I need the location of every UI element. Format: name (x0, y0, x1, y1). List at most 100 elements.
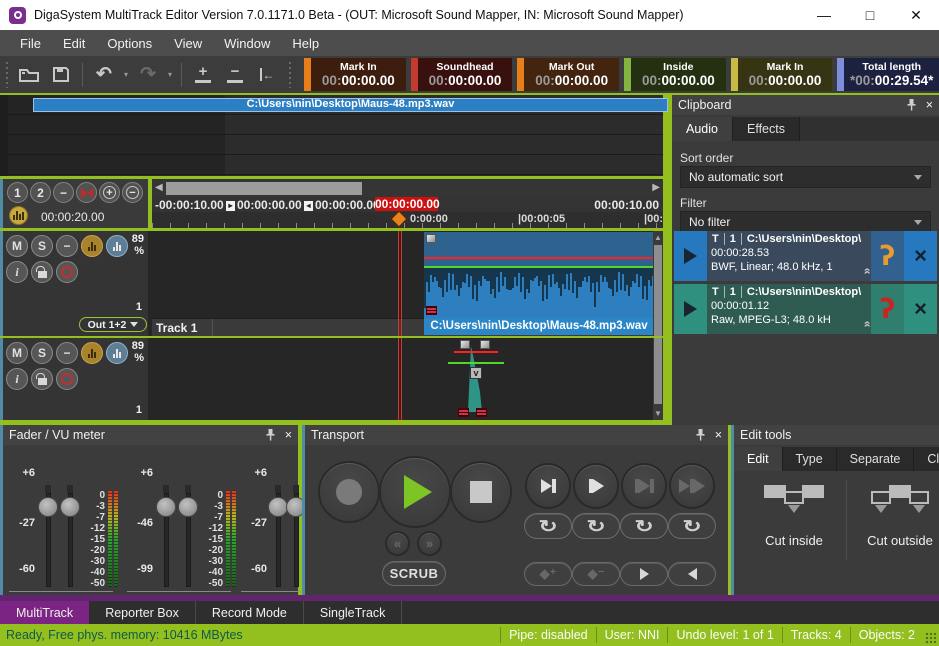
prelisten-ear-icon[interactable]: ʔ (871, 231, 904, 281)
info-button[interactable]: i (6, 261, 28, 283)
tab-separate[interactable]: Separate (837, 447, 915, 471)
tab-multitrack[interactable]: MultiTrack (0, 601, 89, 624)
tab-audio[interactable]: Audio (672, 117, 733, 141)
pin-icon[interactable] (907, 99, 916, 111)
play-button[interactable] (674, 284, 707, 334)
info-button[interactable]: i (6, 368, 28, 390)
menu-window[interactable]: Window (214, 33, 280, 54)
prev-marker-button[interactable] (668, 562, 716, 586)
envelope-point[interactable]: v (470, 367, 482, 379)
current-time-box[interactable]: 00:00:00.00 (375, 197, 438, 211)
track-1-vscrollbar[interactable]: ▲ (653, 231, 663, 336)
close-icon[interactable]: × (926, 98, 933, 112)
fader-slider[interactable] (41, 493, 55, 587)
view-preset-2-button[interactable]: 2 (30, 182, 51, 203)
track-2-vscrollbar[interactable]: ▼ (653, 338, 663, 420)
menu-file[interactable]: File (10, 33, 51, 54)
lock-button[interactable] (31, 261, 53, 283)
fade-handle-icon[interactable] (476, 408, 487, 417)
minimize-track-button[interactable]: − (56, 342, 78, 364)
overview-row-1[interactable]: C:\Users\nin\Desktop\Maus-48.mp3.wav (8, 95, 663, 115)
fade-handle-icon[interactable] (426, 306, 437, 315)
cut-inside-tool[interactable]: Cut inside (746, 485, 842, 548)
zoom-in-circle-button[interactable]: + (99, 182, 120, 203)
play-button[interactable] (379, 456, 451, 528)
vscroll-thumb[interactable] (654, 338, 662, 404)
play-around-button[interactable] (669, 463, 715, 509)
zoom-out-button[interactable]: − (219, 61, 251, 89)
track-1-content[interactable]: Track 1 C:\Users\nin\Desktop\Maus-48.mp3… (152, 231, 653, 336)
tab-effects[interactable]: Effects (733, 117, 800, 141)
fader-slider[interactable] (159, 493, 173, 587)
gain-line-green[interactable] (448, 362, 504, 364)
play-button[interactable] (674, 231, 707, 281)
expand-chevron-icon[interactable]: » (860, 323, 871, 328)
add-marker-button[interactable]: ◆⁺ (524, 562, 572, 586)
menu-help[interactable]: Help (282, 33, 329, 54)
record-button[interactable] (318, 461, 380, 523)
tab-record-mode[interactable]: Record Mode (196, 601, 304, 624)
sort-order-select[interactable]: No automatic sort (680, 166, 931, 188)
stop-button[interactable] (450, 461, 512, 523)
slider-knob[interactable] (38, 497, 58, 517)
prelisten-ear-icon[interactable]: ʔ (871, 284, 904, 334)
object-title[interactable]: C:\Users\nin\Desktop\Maus-48.mp3.wav (424, 318, 653, 335)
loop-2-button[interactable]: ↻ (572, 513, 620, 539)
close-button[interactable]: ✕ (893, 0, 939, 30)
toolbar-grip-2[interactable] (287, 62, 292, 88)
display-mark-out[interactable]: Mark Out 00:00:00.00 (517, 58, 619, 91)
tab-type[interactable]: Type (783, 447, 837, 471)
track-2-content[interactable]: v (152, 338, 653, 420)
scroll-left-icon[interactable]: ◀ (155, 182, 163, 193)
menu-view[interactable]: View (164, 33, 212, 54)
expand-chevron-icon[interactable]: » (860, 270, 871, 275)
horizontal-scrollbar[interactable]: ◀ ▶ (152, 180, 663, 197)
slider-knob[interactable] (156, 497, 176, 517)
next-marker-button[interactable] (620, 562, 668, 586)
solo-button[interactable]: S (31, 235, 53, 257)
play-to-mark-button[interactable] (525, 463, 571, 509)
object-envelope-area[interactable] (424, 232, 653, 268)
remove-clip-icon[interactable]: × (904, 284, 937, 334)
meter-blue-button[interactable] (106, 342, 128, 364)
play-selection-button[interactable] (621, 463, 667, 509)
mark-range-button[interactable] (76, 182, 97, 203)
pin-icon[interactable] (696, 429, 705, 441)
solo-button[interactable]: S (31, 342, 53, 364)
overview-row-3[interactable] (8, 135, 663, 155)
waveform-mode-icon[interactable] (9, 206, 28, 225)
minimize-button[interactable]: — (801, 0, 847, 30)
record-arm-button[interactable] (56, 261, 78, 283)
tab-singletrack[interactable]: SingleTrack (304, 601, 403, 624)
overview-object-bar[interactable]: C:\Users\nin\Desktop\Maus-48.mp3.wav (33, 98, 668, 112)
tab-reporter-box[interactable]: Reporter Box (89, 601, 196, 624)
maximize-button[interactable]: □ (847, 0, 893, 30)
display-total-length[interactable]: Total length *00:00:29.54* (837, 58, 939, 91)
mark-out-flag[interactable]: ◂00:00:00.00 (304, 198, 380, 212)
clipboard-item-2[interactable]: T1C:\Users\nin\Desktop\ 00:00:01.12 Raw,… (674, 284, 937, 334)
undo-dropdown[interactable]: ▾ (120, 61, 132, 89)
tab-edit[interactable]: Edit (734, 447, 783, 471)
save-button[interactable] (45, 61, 77, 89)
time-ruler[interactable]: 0:00:00 |00:00:05 |00: (152, 212, 663, 228)
display-soundhead[interactable]: Soundhead 00:00:00.00 (411, 58, 513, 91)
forward-button[interactable]: » (417, 531, 442, 556)
mark-in-flag[interactable]: ▸00:00:00.00 (226, 198, 302, 212)
remove-clip-icon[interactable]: × (904, 231, 937, 281)
display-mark-in-2[interactable]: Mark In 00:00:00.00 (731, 58, 833, 91)
play-from-mark-button[interactable] (573, 463, 619, 509)
rewind-button[interactable]: « (385, 531, 410, 556)
scroll-down-icon[interactable]: ▼ (653, 409, 663, 418)
slider-knob[interactable] (60, 497, 80, 517)
meter-blue-button[interactable] (106, 235, 128, 257)
display-inside[interactable]: Inside 00:00:00.00 (624, 58, 726, 91)
overview-row-4[interactable] (8, 155, 663, 175)
minimize-track-button[interactable]: − (56, 235, 78, 257)
tab-clip-insert[interactable]: Clip & I (914, 447, 939, 471)
loop-1-button[interactable]: ↻ (524, 513, 572, 539)
slider-knob[interactable] (178, 497, 198, 517)
meter-gold-button[interactable] (81, 235, 103, 257)
toolbar-grip[interactable] (4, 62, 9, 88)
filter-select[interactable]: No filter (680, 211, 931, 233)
object-handle-icon[interactable] (426, 234, 436, 243)
